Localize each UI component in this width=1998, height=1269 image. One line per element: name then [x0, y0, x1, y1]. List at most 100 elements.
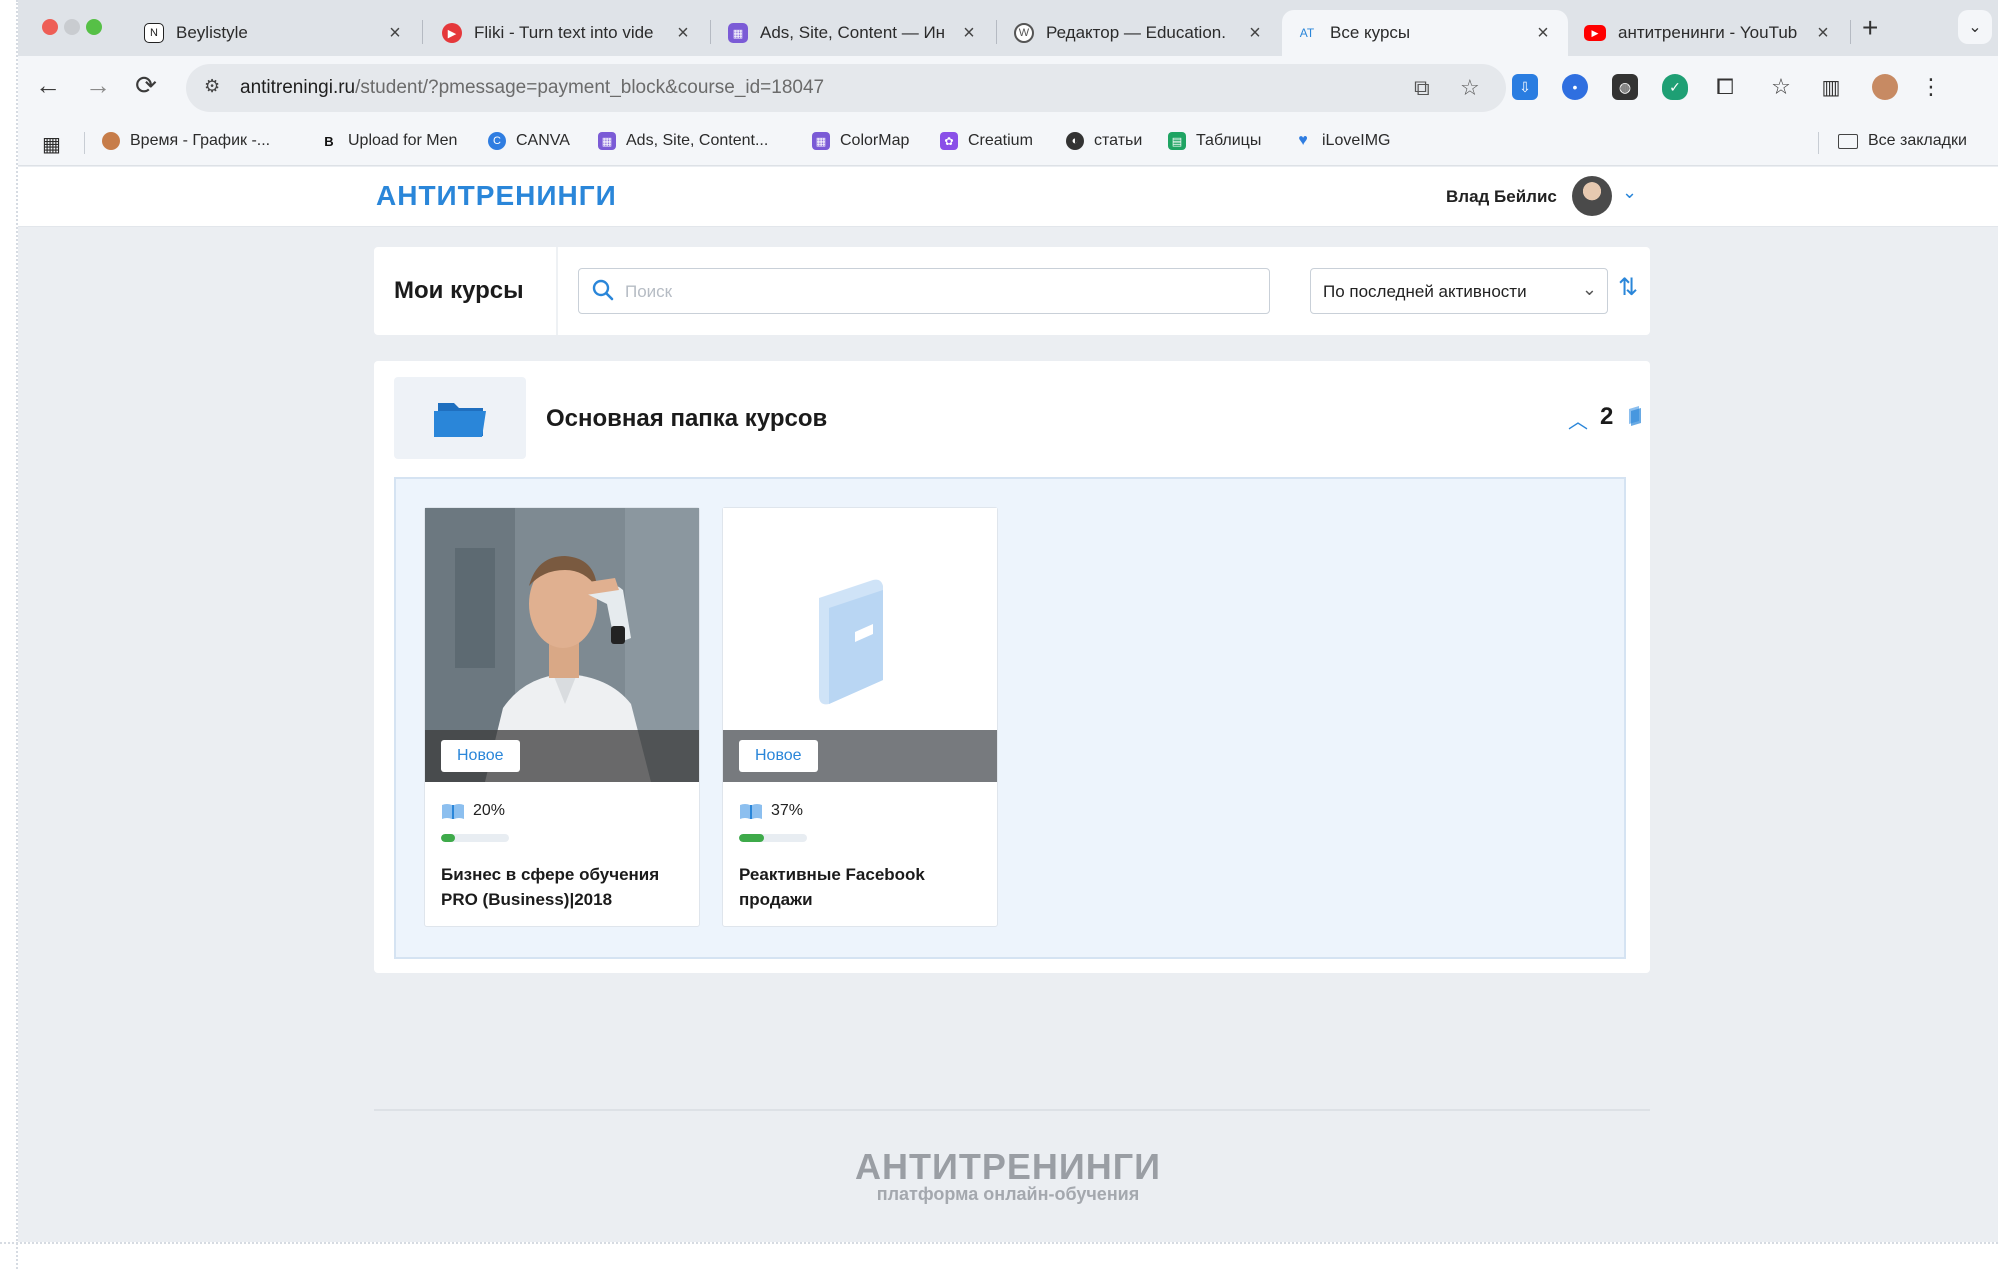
courses-toolbar: Мои курсы По последней активности ⌄ ⇅ [374, 247, 1650, 335]
tab-all-courses[interactable]: АТ Все курсы × [1282, 10, 1568, 56]
bookmark-star-icon[interactable]: ☆ [1460, 75, 1480, 101]
footer-logo[interactable]: АНТИТРЕНИНГИ [18, 1146, 1998, 1188]
tab-title: Fliki - Turn text into vide [474, 23, 654, 42]
incognito-extension-icon[interactable]: ◍ [1612, 74, 1638, 100]
download-extension-icon[interactable]: ⇩ [1512, 74, 1538, 100]
tab-beylistyle[interactable]: N Beylistyle × [130, 10, 420, 56]
board-icon: ▦ [598, 132, 616, 150]
close-tab-icon[interactable]: × [958, 22, 980, 45]
sort-value: По последней активности [1323, 282, 1527, 301]
reload-icon[interactable]: ⟳ [130, 70, 162, 101]
course-title[interactable]: Реактивные Facebook продажи [739, 862, 985, 912]
tab-youtube[interactable]: ▶ антитренинги - YouTub × [1570, 10, 1848, 56]
wordpress-icon: W [1014, 23, 1034, 43]
folder-count: 2 [1600, 403, 1614, 430]
close-tab-icon[interactable]: × [1244, 22, 1266, 45]
bottom-edge [0, 1242, 1998, 1269]
bookmark-separator [1818, 132, 1819, 154]
progress-percent: 37% [771, 802, 804, 819]
tab-title: антитренинги - YouTub [1618, 23, 1798, 42]
bookmark-item-creatium[interactable]: ✿ Creatium [940, 132, 1033, 150]
search-field[interactable] [578, 268, 1270, 314]
tab-wordpress-editor[interactable]: W Редактор — Education. × [1000, 10, 1280, 56]
books-icon [1629, 406, 1641, 426]
profile-avatar-icon[interactable] [1872, 74, 1898, 100]
site-logo[interactable]: АНТИТРЕНИНГИ [376, 180, 617, 212]
back-arrow-icon[interactable]: ← [32, 70, 64, 101]
site-header: АНТИТРЕНИНГИ Влад Бейлис ⌄ [18, 167, 1998, 227]
extensions-puzzle-icon[interactable]: ⧠ [1712, 74, 1738, 100]
search-icon [592, 279, 614, 301]
close-tab-icon[interactable]: × [1532, 22, 1554, 45]
sort-select[interactable]: По последней активности ⌄ [1310, 268, 1608, 314]
folder-icon [1838, 133, 1858, 149]
antitreningi-icon: АТ [1299, 26, 1315, 40]
close-tab-icon[interactable]: × [1812, 22, 1834, 45]
tab-strip: N Beylistyle × ▶ Fliki - Turn text into … [18, 0, 1998, 56]
screenshot-frame: N Beylistyle × ▶ Fliki - Turn text into … [0, 0, 1998, 1269]
course-card[interactable]: Новое 20% Бизнес в сфере обучения PRO (B… [424, 507, 700, 927]
board-icon: ▦ [728, 23, 748, 43]
bookmark-item-canva[interactable]: C CANVA [488, 132, 570, 150]
progress-fill [441, 834, 455, 842]
tab-title: Все курсы [1330, 23, 1411, 42]
zoom-extension-icon[interactable]: • [1562, 74, 1588, 100]
canva-icon: C [488, 132, 506, 150]
bookmark-item-ads-site-content[interactable]: ▦ Ads, Site, Content... [598, 132, 768, 150]
course-card[interactable]: Новое 37% Реактивные Facebook продажи [722, 507, 998, 927]
person-icon [102, 132, 120, 150]
url-text[interactable]: antitreningi.ru/student/?pmessage=paymen… [240, 77, 824, 99]
browser-toolbar: ← → ⟳ ⚙ antitreningi.ru/student/?pmessag… [18, 56, 1998, 120]
tab-search-chevron-icon[interactable]: ⌄ [1958, 10, 1992, 44]
course-title[interactable]: Бизнес в сфере обучения PRO (Business)|2… [441, 862, 687, 912]
tab-title: Редактор — Education. [1046, 23, 1226, 42]
site-settings-icon[interactable]: ⚙ [204, 76, 220, 97]
footer-subtitle: платформа онлайн-обучения [876, 1184, 1140, 1204]
folder-title[interactable]: Основная папка курсов [546, 405, 827, 433]
tab-ads-site-content[interactable]: ▦ Ads, Site, Content — Ин × [714, 10, 994, 56]
tab-title: Ads, Site, Content — Ин [760, 23, 946, 42]
all-bookmarks-folder[interactable]: Все закладки [1838, 132, 1967, 150]
tab-separator [422, 20, 423, 44]
bookmark-item-iloveimg[interactable]: ♥ iLoveIMG [1294, 132, 1390, 150]
heart-icon: ♥ [1298, 132, 1308, 149]
close-tab-icon[interactable]: × [384, 22, 406, 45]
search-input[interactable] [625, 279, 1245, 305]
close-window-button[interactable] [42, 19, 58, 35]
new-tab-button[interactable]: + [1862, 12, 1878, 44]
b-icon: B [324, 133, 334, 149]
divider [556, 247, 558, 335]
avatar[interactable] [1572, 176, 1612, 216]
forward-arrow-icon[interactable]: → [82, 70, 114, 101]
close-tab-icon[interactable]: × [672, 22, 694, 45]
bookmark-item-sheets[interactable]: ▤ Таблицы [1168, 132, 1261, 150]
open-book-icon [442, 804, 464, 819]
sort-direction-icon[interactable]: ⇅ [1618, 273, 1638, 302]
tab-separator [1850, 20, 1851, 44]
chevron-down-icon[interactable]: ⌄ [1622, 182, 1637, 203]
address-bar[interactable]: ⚙ antitreningi.ru/student/?pmessage=paym… [186, 64, 1506, 112]
bookmark-separator [84, 132, 85, 154]
sheets-icon: ▤ [1168, 132, 1186, 150]
tab-separator [710, 20, 711, 44]
shield-extension-icon[interactable]: ✓ [1662, 74, 1688, 100]
bookmark-item-articles[interactable]: ◐ статьи [1066, 132, 1142, 150]
translate-icon[interactable]: ⧉ [1414, 75, 1430, 101]
chevron-up-icon[interactable]: ︿ [1568, 405, 1588, 434]
side-panel-icon[interactable]: ▥ [1818, 74, 1844, 100]
minimize-window-button[interactable] [64, 19, 80, 35]
bookmark-item-colormap[interactable]: ▦ ColorMap [812, 132, 909, 150]
bookmarks-manager-icon[interactable]: ☆ [1768, 74, 1794, 100]
maximize-window-button[interactable] [86, 19, 102, 35]
more-menu-icon[interactable]: ⋮ [1918, 74, 1944, 100]
tab-fliki[interactable]: ▶ Fliki - Turn text into vide × [428, 10, 708, 56]
user-name[interactable]: Влад Бейлис [1446, 187, 1557, 207]
status-badge: Новое [441, 740, 520, 772]
progress-row: 20% [441, 802, 505, 820]
apps-grid-icon[interactable]: ▦ [42, 132, 61, 157]
bookmark-item-schedule[interactable]: Время - График -... [102, 132, 270, 150]
footer-divider [374, 1109, 1650, 1111]
bookmark-item-upload-for-men[interactable]: B Upload for Men [320, 132, 457, 150]
progress-bar [739, 834, 807, 842]
course-folder: Основная папка курсов ︿ 2 Новое 20% Бизн… [374, 361, 1650, 973]
